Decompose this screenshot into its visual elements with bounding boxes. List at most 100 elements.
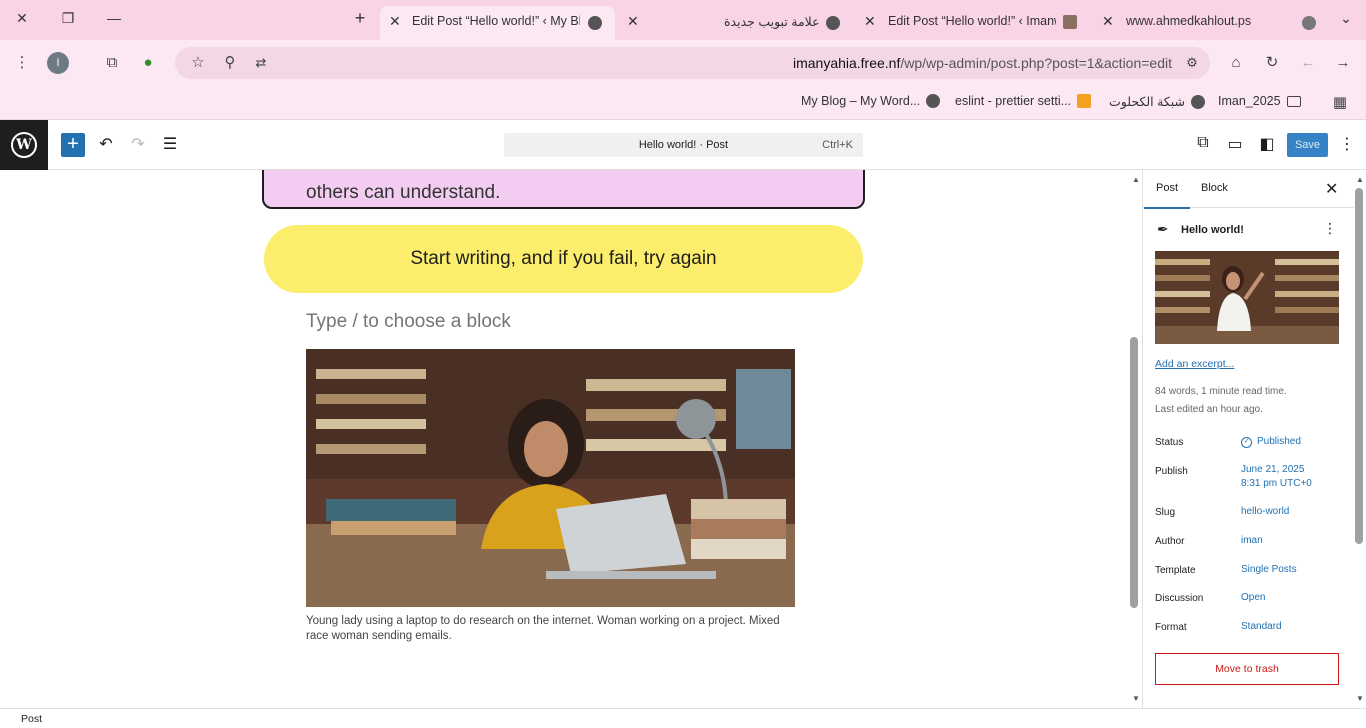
- options-kebab-icon[interactable]: ⋮: [1336, 134, 1358, 154]
- save-button[interactable]: Save: [1287, 133, 1328, 157]
- featured-image[interactable]: [1155, 251, 1339, 344]
- globe-icon: [588, 16, 602, 30]
- command-palette-bar[interactable]: Hello world! · Post Ctrl+K: [504, 133, 863, 157]
- slug-label: Slug: [1155, 507, 1176, 518]
- tab-block[interactable]: Block: [1201, 182, 1228, 194]
- bookmark-label: Iman_2025: [1218, 94, 1281, 108]
- sidebar-scroll-thumb[interactable]: [1355, 188, 1363, 544]
- move-to-trash-button[interactable]: Move to trash: [1155, 653, 1339, 685]
- shortcut-hint: Ctrl+K: [822, 139, 853, 151]
- post-actions-kebab-icon[interactable]: ⋮: [1323, 220, 1337, 237]
- slug-value[interactable]: hello-world: [1241, 505, 1289, 519]
- extension-globe-icon[interactable]: ●: [137, 52, 159, 74]
- bookmark-eslint[interactable]: eslint - prettier setti...: [955, 94, 1092, 108]
- view-post-icon[interactable]: ⧉: [1192, 134, 1214, 152]
- scroll-up-icon[interactable]: ▲: [1356, 175, 1364, 184]
- quote-block[interactable]: others can understand.: [262, 170, 865, 209]
- editor-canvas: others can understand. Start writing, an…: [0, 170, 1142, 708]
- browser-tab-edit-post-imanw[interactable]: Edit Post “Hello world!” ‹ Imanw ✕: [855, 6, 1090, 40]
- address-bar-row: → ← ↻ ⌂ ⚙ imanyahia.free.nf/wp/wp-admin/…: [0, 40, 1366, 86]
- breadcrumb-post[interactable]: Post: [21, 713, 42, 725]
- block-breadcrumb-bar: Post: [0, 708, 1366, 728]
- zoom-icon[interactable]: ⚲: [219, 52, 241, 74]
- bookmark-label: شبكة الكحلوت: [1109, 95, 1185, 109]
- url-domain: imanyahia.free.nf: [792, 55, 901, 71]
- sidebar-scrollbar[interactable]: ▲ ▼: [1353, 170, 1366, 708]
- bookmark-my-blog[interactable]: My Blog – My Word...: [801, 94, 941, 108]
- back-icon[interactable]: ←: [1297, 52, 1319, 74]
- image-block[interactable]: [306, 349, 795, 607]
- editor-scroll-thumb[interactable]: [1130, 337, 1138, 608]
- author-value[interactable]: iman: [1241, 534, 1263, 548]
- bookmarks-bar: ▦ Iman_2025 شبكة الكحلوت eslint - pretti…: [0, 86, 1366, 120]
- redo-icon[interactable]: ↷: [127, 134, 149, 154]
- browser-tab-new-tab[interactable]: علامة تبويب جديدة ✕: [618, 6, 853, 40]
- library-study-image: [306, 349, 795, 607]
- preview-device-icon[interactable]: ▭: [1224, 134, 1246, 154]
- undo-icon[interactable]: ↶: [95, 134, 117, 154]
- tab-close-icon[interactable]: ✕: [864, 13, 876, 30]
- omnibox[interactable]: ⚙ imanyahia.free.nf/wp/wp-admin/post.php…: [175, 47, 1210, 79]
- publish-date-button[interactable]: June 21, 2025 8:31 pm UTC+0: [1241, 463, 1312, 491]
- browser-tab-ahmedkahlout[interactable]: www.ahmedkahlout.ps ✕: [1092, 6, 1330, 40]
- tab-search-icon[interactable]: ⌄: [1336, 10, 1356, 27]
- translate-icon[interactable]: ⇄: [250, 52, 272, 74]
- format-label: Format: [1155, 622, 1187, 633]
- folder-icon: [1286, 95, 1301, 107]
- block-inserter-button[interactable]: +: [61, 133, 85, 157]
- menu-kebab-icon[interactable]: ⋮: [11, 52, 33, 74]
- image-caption[interactable]: Young lady using a laptop to do research…: [306, 614, 801, 644]
- bookmark-label: eslint - prettier setti...: [955, 94, 1072, 108]
- browser-tab-edit-post-myblog[interactable]: Edit Post “Hello world!” ‹ My Blo ✕: [380, 6, 615, 40]
- document-overview-icon[interactable]: ☰: [159, 134, 181, 154]
- scroll-up-icon[interactable]: ▲: [1132, 175, 1140, 184]
- add-excerpt-link[interactable]: Add an excerpt...: [1155, 358, 1234, 370]
- tab-close-icon[interactable]: ✕: [389, 13, 401, 30]
- url-text: imanyahia.free.nf/wp/wp-admin/post.php?p…: [793, 55, 1172, 71]
- url-path: /wp/wp-admin/post.php?post=1&action=edit: [900, 55, 1172, 71]
- settings-sidebar-toggle-icon[interactable]: ◧: [1256, 134, 1278, 154]
- browser-tab-strip: ⌄ www.ahmedkahlout.ps ✕ Edit Post “Hello…: [0, 0, 1366, 40]
- document-title: Hello world! · Post: [638, 139, 729, 151]
- extensions-icon[interactable]: ⧉: [101, 52, 123, 74]
- tab-close-icon[interactable]: ✕: [1102, 13, 1114, 30]
- status-value-button[interactable]: ✓ Published: [1241, 435, 1301, 449]
- scroll-down-icon[interactable]: ▼: [1132, 694, 1140, 703]
- tab-post[interactable]: Post: [1143, 182, 1191, 209]
- post-quill-icon: ✒: [1157, 221, 1169, 237]
- bookmark-iman-2025[interactable]: Iman_2025: [1218, 94, 1301, 108]
- button-block-text[interactable]: Start writing, and if you fail, try agai…: [410, 248, 716, 269]
- tab-title: علامة تبويب جديدة: [724, 15, 820, 29]
- forward-icon[interactable]: →: [1332, 52, 1354, 74]
- profile-avatar[interactable]: I: [47, 52, 69, 74]
- apps-grid-icon[interactable]: ▦: [1329, 92, 1351, 114]
- published-check-icon: ✓: [1241, 436, 1252, 448]
- wordpress-logo-button[interactable]: W: [0, 120, 48, 170]
- home-icon[interactable]: ⌂: [1225, 52, 1247, 74]
- site-settings-icon[interactable]: ⚙: [1181, 52, 1203, 74]
- tab-close-icon[interactable]: ✕: [627, 13, 639, 30]
- new-tab-button[interactable]: +: [350, 8, 370, 29]
- format-value[interactable]: Standard: [1241, 620, 1282, 634]
- quote-text[interactable]: others can understand.: [306, 182, 500, 204]
- close-sidebar-icon[interactable]: ✕: [1325, 179, 1338, 199]
- editor-scrollbar[interactable]: ▲ ▼: [1129, 170, 1142, 708]
- minimize-icon[interactable]: —: [104, 10, 124, 26]
- bookmark-alkahlout[interactable]: شبكة الكحلوت: [1109, 94, 1205, 109]
- button-block[interactable]: Start writing, and if you fail, try agai…: [264, 225, 863, 293]
- publish-time: 8:31 pm UTC+0: [1241, 478, 1312, 489]
- template-label: Template: [1155, 565, 1196, 576]
- window-close-icon[interactable]: ✕: [12, 10, 32, 27]
- word-count: 84 words, 1 minute read time.: [1155, 386, 1287, 397]
- reload-icon[interactable]: ↻: [1261, 52, 1283, 74]
- tab-title: Edit Post “Hello world!” ‹ Imanw: [888, 14, 1056, 28]
- discussion-value[interactable]: Open: [1241, 591, 1265, 605]
- template-value[interactable]: Single Posts: [1241, 563, 1297, 577]
- publish-date: June 21, 2025: [1241, 464, 1305, 475]
- bookmark-star-icon[interactable]: ☆: [187, 52, 209, 74]
- bookmark-label: My Blog – My Word...: [801, 94, 921, 108]
- scroll-down-icon[interactable]: ▼: [1356, 694, 1364, 703]
- author-label: Author: [1155, 536, 1185, 547]
- restore-icon[interactable]: ❐: [58, 10, 78, 27]
- empty-paragraph-placeholder[interactable]: Type / to choose a block: [306, 311, 511, 333]
